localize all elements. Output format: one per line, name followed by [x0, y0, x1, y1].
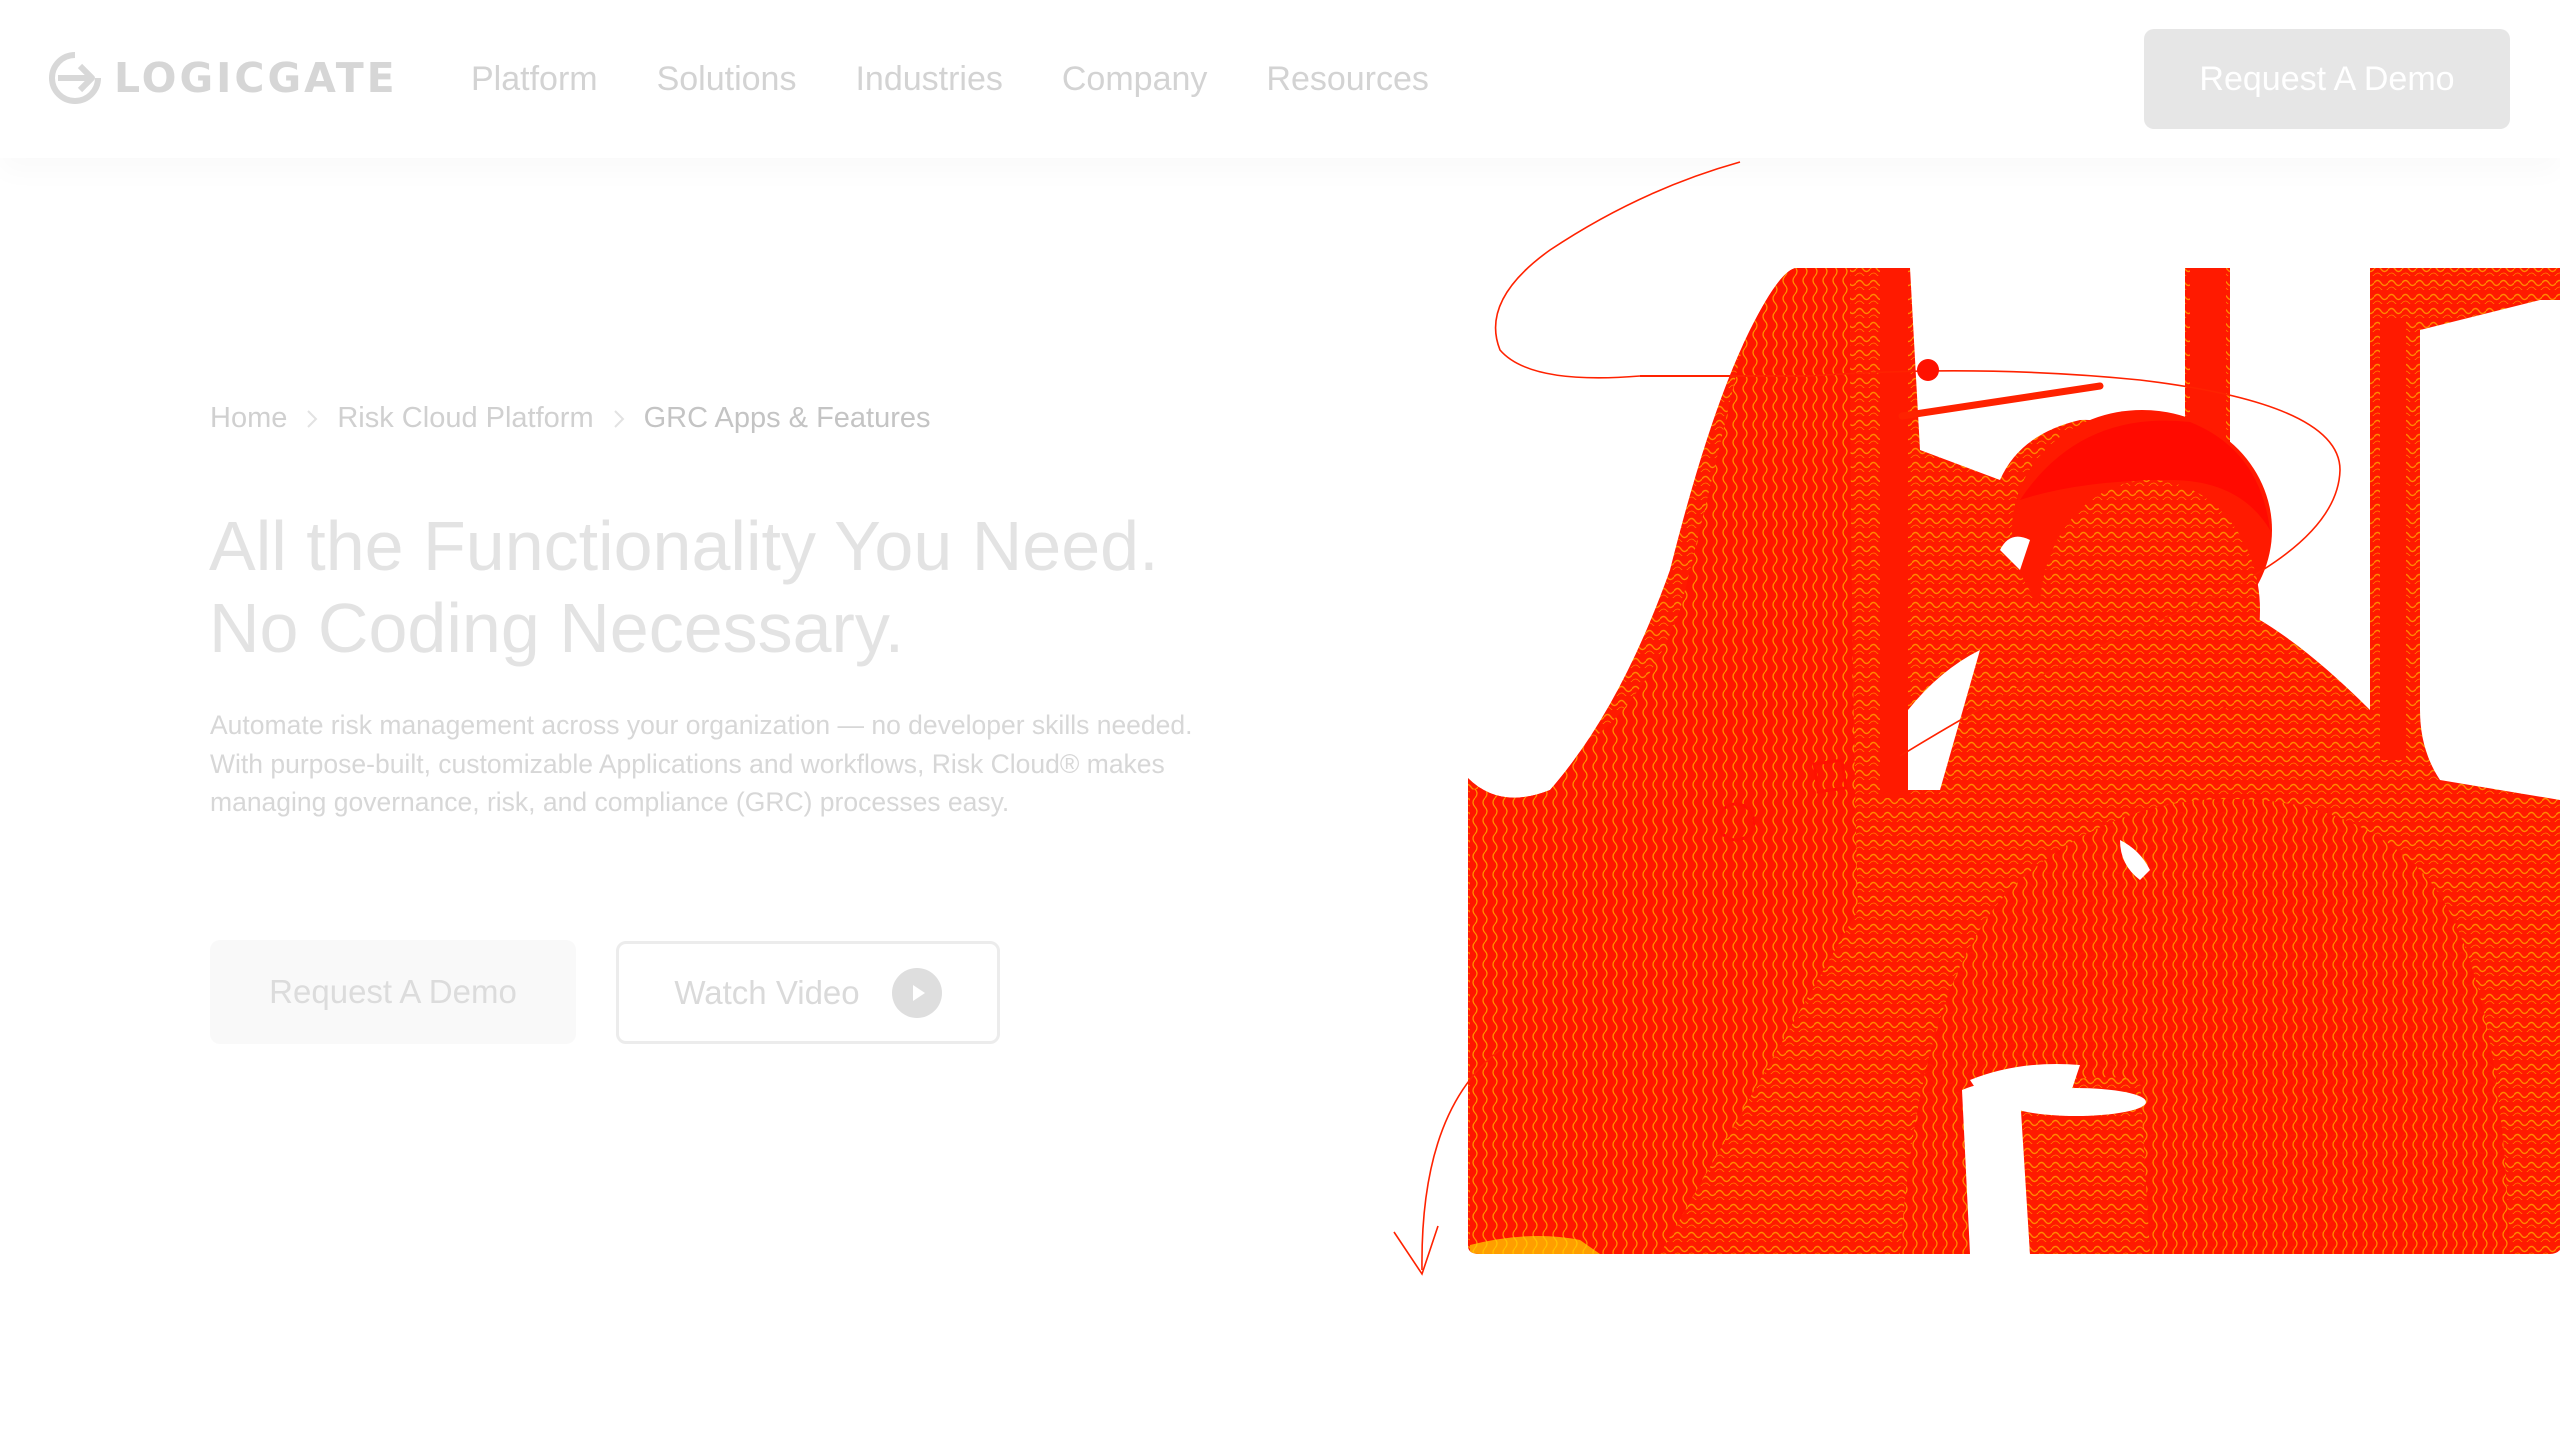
nav-item-industries[interactable]: Industries	[855, 60, 1002, 99]
watch-video-button[interactable]: Watch Video	[616, 941, 1000, 1044]
request-demo-button[interactable]: Request A Demo	[210, 940, 576, 1044]
breadcrumb-risk-cloud-platform[interactable]: Risk Cloud Platform	[337, 402, 593, 435]
person-photo	[1468, 268, 2560, 1254]
title-line-1: All the Functionality You Need.	[209, 507, 1159, 585]
watch-video-label: Watch Video	[674, 973, 860, 1011]
main-nav: Platform Solutions Industries Company Re…	[471, 58, 1488, 100]
nav-item-resources[interactable]: Resources	[1266, 60, 1429, 99]
nav-item-company[interactable]: Company	[1062, 60, 1208, 99]
breadcrumb: Home Risk Cloud Platform GRC Apps & Feat…	[210, 402, 931, 435]
play-icon	[891, 967, 942, 1018]
nav-item-platform[interactable]: Platform	[471, 60, 598, 99]
site-header: LOGICGATE Platform Solutions Industries …	[0, 0, 2560, 158]
chevron-right-icon	[604, 408, 634, 430]
hero-description: Automate risk management across your org…	[210, 706, 1290, 822]
header-request-demo-button[interactable]: Request A Demo	[2144, 29, 2510, 129]
logo-text: LOGICGATE	[114, 54, 398, 102]
breadcrumb-current: GRC Apps & Features	[643, 402, 931, 434]
page-title: All the Functionality You Need. No Codin…	[209, 505, 1359, 669]
description-line-1: Automate risk management across your org…	[210, 710, 1193, 740]
logicgate-logo-icon	[49, 52, 101, 104]
description-line-3: managing governance, risk, and complianc…	[210, 787, 1010, 817]
title-line-2: No Coding Necessary.	[209, 589, 905, 667]
description-line-2: With purpose-built, customizable Applica…	[210, 748, 1165, 779]
breadcrumb-home[interactable]: Home	[210, 402, 287, 435]
hero-illustration	[1393, 161, 2560, 1276]
nav-item-solutions[interactable]: Solutions	[657, 60, 797, 99]
logo[interactable]: LOGICGATE	[48, 52, 398, 104]
chevron-right-icon	[297, 408, 327, 430]
